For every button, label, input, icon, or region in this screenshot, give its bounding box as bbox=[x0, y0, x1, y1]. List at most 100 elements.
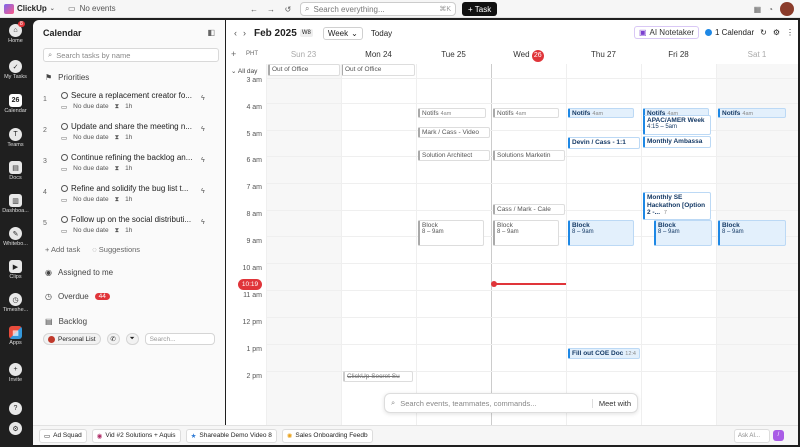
calendar-event[interactable]: APAC/AMER Week 4:15 – 5am bbox=[643, 115, 711, 135]
bottom-tab[interactable]: ✺ Sales Onboarding Feedb bbox=[281, 428, 373, 443]
calendar-event[interactable]: Monthly Ambassa bbox=[643, 136, 711, 148]
day-header[interactable]: Sun 23 bbox=[266, 46, 341, 64]
calendar-event[interactable]: Notifs 4am bbox=[493, 108, 559, 118]
meet-with-button[interactable]: Meet with bbox=[591, 398, 631, 408]
day-header[interactable]: Tue 25 bbox=[416, 46, 491, 64]
calendar-event[interactable]: Cass / Mark - Cale bbox=[493, 204, 565, 215]
rail-label: Docs bbox=[9, 175, 22, 181]
task-status-icon[interactable] bbox=[61, 92, 68, 99]
calendar-event[interactable]: Notifs 4am bbox=[568, 108, 634, 118]
task-status-icon[interactable] bbox=[61, 123, 68, 130]
phone-icon[interactable]: ✆ bbox=[106, 333, 120, 345]
suggestions-button[interactable]: ◌ Suggestions bbox=[92, 245, 140, 254]
bottom-tab[interactable]: ◉ Vid #2 Solutions + Aquis bbox=[91, 428, 181, 443]
ai-brain-icon[interactable]: / bbox=[773, 430, 784, 441]
allday-event[interactable]: Out of Office bbox=[341, 64, 415, 76]
collapse-panel-icon[interactable]: ◧ bbox=[207, 28, 215, 37]
task-status-icon[interactable] bbox=[61, 154, 68, 161]
calendars-button[interactable]: 1 Calendar bbox=[704, 28, 754, 37]
rail-docs[interactable]: ▤ Docs bbox=[0, 161, 31, 181]
calendar-event[interactable]: Block 8 – 9am bbox=[568, 220, 634, 246]
calendar-event[interactable]: Block 8 – 9am bbox=[654, 220, 712, 246]
rail-settings[interactable]: ⚙ bbox=[0, 422, 31, 436]
today-button[interactable]: Today bbox=[371, 29, 392, 38]
add-event-icon[interactable]: + bbox=[231, 49, 236, 59]
rail-timesheets[interactable]: ◷ Timeshe... bbox=[0, 293, 31, 313]
rail-my-tasks[interactable]: ✓ My Tasks bbox=[0, 60, 31, 80]
calendar-event[interactable]: Fill out COE Doc 12:4 bbox=[568, 348, 640, 359]
calendar-event[interactable]: Notifs 4am bbox=[718, 108, 786, 118]
bolt-icon[interactable]: ϟ bbox=[201, 188, 205, 195]
rail-clips[interactable]: ▶ Clips bbox=[0, 260, 31, 280]
new-task-button[interactable]: + Task bbox=[462, 2, 498, 16]
task-item[interactable]: 3 Continue refining the backlog an... ▭ N… bbox=[43, 152, 213, 180]
day-header[interactable]: Mon 24 bbox=[341, 46, 416, 64]
ask-ai-input[interactable]: Ask AI... bbox=[734, 429, 770, 443]
prev-week-icon[interactable]: ‹ bbox=[234, 28, 237, 38]
grid-icon[interactable]: ▦ bbox=[754, 5, 762, 14]
refresh-icon[interactable]: ↻ bbox=[760, 28, 767, 37]
bolt-icon[interactable]: ϟ bbox=[201, 219, 205, 226]
global-search-input[interactable]: ⌕ Search everything... ⌘K bbox=[300, 2, 456, 16]
bottom-tab[interactable]: ▭ Ad Squad bbox=[39, 428, 87, 443]
bell-icon[interactable]: ◔ bbox=[768, 5, 773, 14]
task-item[interactable]: 5 Follow up on the social distributi... … bbox=[43, 214, 213, 242]
no-events-indicator[interactable]: ▭ No events bbox=[68, 4, 116, 13]
history-icon[interactable]: ↺ bbox=[282, 3, 294, 15]
bolt-icon[interactable]: ϟ bbox=[201, 126, 205, 133]
overdue-section[interactable]: ◷ Overdue 44 bbox=[45, 292, 110, 301]
allday-event[interactable]: Out of Office bbox=[268, 64, 340, 76]
back-icon[interactable]: ← bbox=[248, 3, 260, 15]
bolt-icon[interactable]: ϟ bbox=[201, 95, 205, 102]
calendar-small-icon: ▭ bbox=[61, 228, 68, 235]
user-avatar[interactable] bbox=[780, 2, 794, 16]
rail-teams[interactable]: T Teams bbox=[0, 128, 31, 148]
rail-dashboards[interactable]: ▥ Dashboa... bbox=[0, 194, 31, 214]
calendar-event[interactable]: Block 8 – 9am bbox=[718, 220, 786, 246]
calendar-event[interactable]: Solution Architect bbox=[418, 150, 490, 161]
settings-icon[interactable]: ⚙ bbox=[773, 28, 780, 37]
calendar-event[interactable]: Monthly SE Hackathon [Option 2 -... 7 bbox=[643, 192, 711, 220]
task-item[interactable]: 4 Refine and solidify the bug list t... … bbox=[43, 183, 213, 211]
assigned-section[interactable]: ◉ Assigned to me bbox=[45, 268, 113, 277]
view-select[interactable]: Week ⌄ bbox=[322, 26, 363, 40]
command-bar[interactable]: ⌕ Search events, teammates, commands... … bbox=[384, 393, 638, 413]
bolt-icon[interactable]: ϟ bbox=[201, 157, 205, 164]
more-icon[interactable]: ⋮ bbox=[786, 28, 794, 37]
day-header[interactable]: Sat 1 bbox=[716, 46, 798, 64]
task-item[interactable]: 1 Secure a replacement creator fo... ▭ No… bbox=[43, 90, 213, 118]
day-header-today[interactable]: Wed 26 bbox=[491, 46, 566, 64]
rail-home[interactable]: ⌂ 8 Home bbox=[0, 21, 31, 44]
ai-notetaker-button[interactable]: ▣ AI Notetaker bbox=[633, 26, 699, 39]
add-task-button[interactable]: + Add task bbox=[45, 245, 80, 254]
rail-whiteboards[interactable]: ✎ Whitebo... bbox=[0, 227, 31, 247]
calendar-event[interactable]: Block 8 – 9am bbox=[493, 220, 559, 246]
rail-apps[interactable]: ▦ Apps bbox=[0, 326, 31, 346]
hour-label: 3 am bbox=[246, 77, 262, 84]
calendar-event[interactable]: Mark / Cass - Video bbox=[418, 127, 490, 138]
task-status-icon[interactable] bbox=[61, 216, 68, 223]
rail-help[interactable]: ? bbox=[0, 402, 31, 416]
workspace-switcher[interactable]: ClickUp ⌄ bbox=[0, 3, 60, 14]
forward-icon[interactable]: → bbox=[265, 3, 277, 15]
personal-list-chip[interactable]: Personal List bbox=[43, 333, 101, 345]
calendar-event[interactable]: Block 8 – 9am bbox=[418, 220, 484, 246]
calendar-event[interactable]: Devin / Cass - 1:1 bbox=[568, 137, 640, 149]
bottom-tab[interactable]: ★ Shareable Demo Video 8 bbox=[185, 428, 277, 443]
day-header[interactable]: Fri 28 bbox=[641, 46, 716, 64]
task-search-input[interactable]: ⌕ Search tasks by name bbox=[43, 48, 219, 62]
day-header[interactable]: Thu 27 bbox=[566, 46, 641, 64]
calendar-event[interactable]: ClickUp Secret Su bbox=[343, 371, 413, 382]
all-day-label[interactable]: ⌄ All day bbox=[231, 67, 257, 75]
rail-calendar[interactable]: 26 Calendar bbox=[0, 94, 31, 114]
priorities-section[interactable]: ⚑ Priorities bbox=[45, 73, 89, 82]
rail-invite[interactable]: + Invite bbox=[0, 363, 31, 383]
filter-icon[interactable]: ⏷ bbox=[125, 333, 139, 345]
task-item[interactable]: 2 Update and share the meeting n... ▭ No … bbox=[43, 121, 213, 149]
calendar-event[interactable]: Notifs 4am bbox=[418, 108, 486, 118]
backlog-section[interactable]: ▤ Backlog bbox=[45, 317, 87, 326]
task-status-icon[interactable] bbox=[61, 185, 68, 192]
backlog-search-input[interactable]: Search... bbox=[144, 333, 215, 345]
calendar-event[interactable]: Solutions Marketin bbox=[493, 150, 565, 161]
next-week-icon[interactable]: › bbox=[243, 28, 246, 38]
